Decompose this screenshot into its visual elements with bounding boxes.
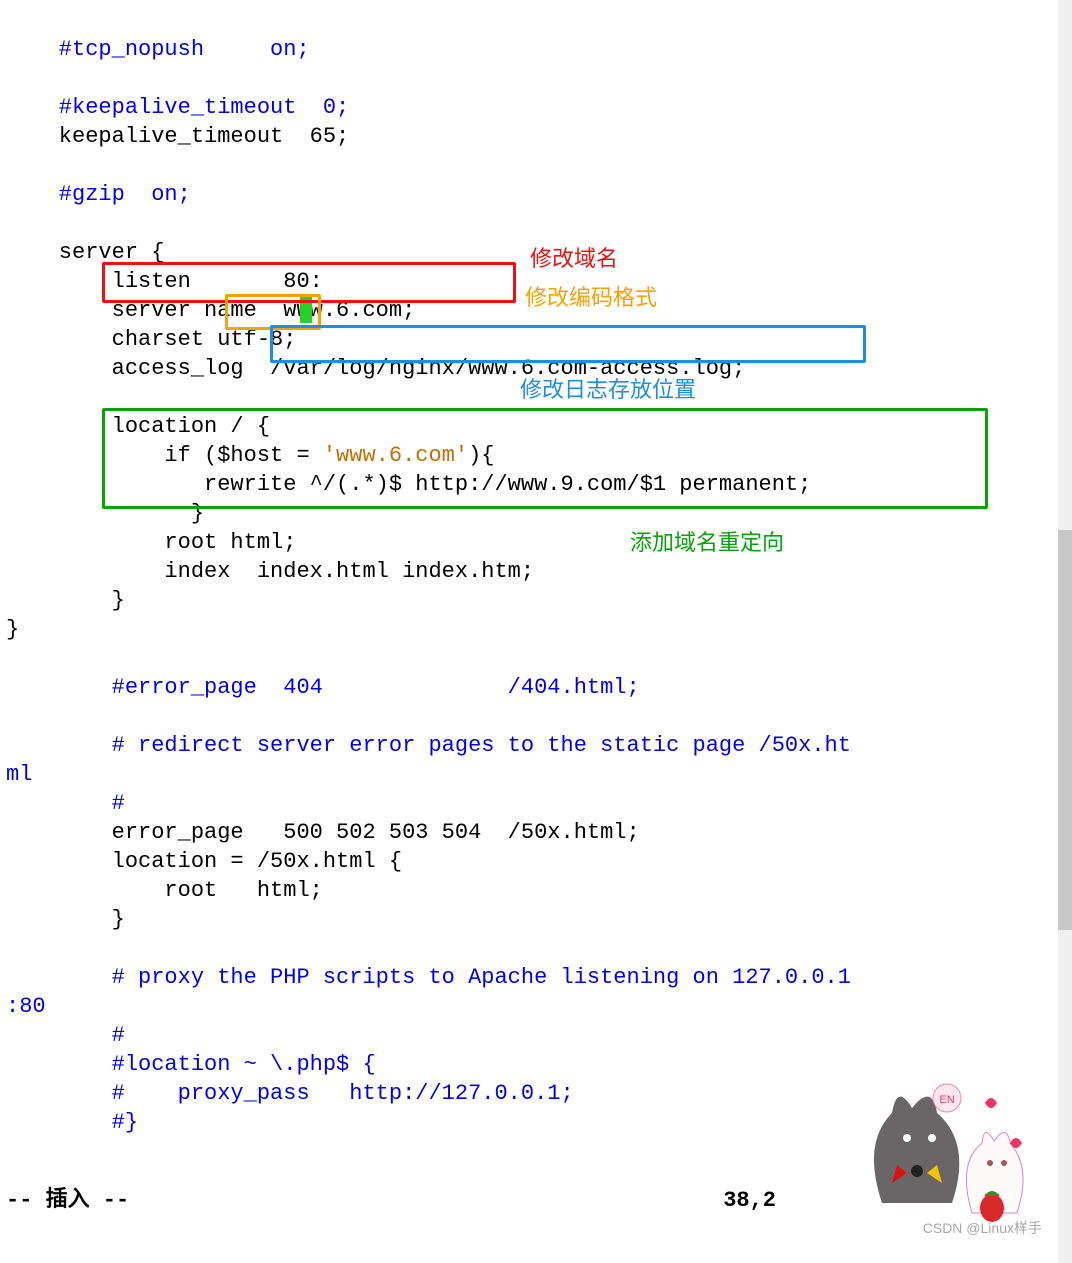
vim-cursor-pos: 38,2	[723, 1186, 776, 1215]
annotation-domain: 修改域名	[530, 244, 618, 273]
code-line: #tcp_nopush on;	[6, 37, 310, 62]
code-line: #keepalive_timeout 0;	[6, 95, 349, 120]
code-line: charset utf-8;	[6, 327, 296, 352]
code-line: #	[6, 791, 125, 816]
code-line: root html;	[6, 878, 323, 903]
watermark: CSDN @Linux样手	[923, 1214, 1042, 1243]
code-line: }	[6, 617, 19, 642]
mascot-illustration: EN	[822, 1053, 1042, 1223]
highlight-rewrite-block	[102, 408, 988, 509]
code-line: # redirect server error pages to the sta…	[6, 733, 851, 758]
vim-mode: -- 插入 --	[6, 1188, 129, 1213]
code-line: keepalive_timeout 65;	[6, 124, 349, 149]
code-line: }	[6, 588, 125, 613]
code-line: #location ~ \.php$ {	[6, 1052, 376, 1077]
code-line: index index.html index.htm;	[6, 559, 534, 584]
code-line: #gzip on;	[6, 182, 191, 207]
editor-window: #tcp_nopush on; #keepalive_timeout 0; ke…	[0, 0, 1072, 1263]
code-line: error_page 500 502 503 504 /50x.html;	[6, 820, 640, 845]
code-line: :80	[6, 994, 46, 1019]
annotation-rewrite: 添加域名重定向	[630, 528, 784, 557]
highlight-access-log	[270, 325, 866, 363]
code-line: }	[6, 907, 125, 932]
svg-text:EN: EN	[939, 1094, 954, 1106]
code-line: #error_page 404 /404.html;	[6, 675, 640, 700]
annotation-log: 修改日志存放位置	[520, 375, 696, 404]
code-line: ml	[6, 762, 32, 787]
code-line: # proxy_pass http://127.0.0.1;	[6, 1081, 574, 1106]
code-line: #}	[6, 1110, 138, 1135]
code-area[interactable]: #tcp_nopush on; #keepalive_timeout 0; ke…	[0, 0, 1072, 1137]
code-line: #	[6, 1023, 125, 1048]
code-line: root html;	[6, 530, 296, 555]
code-line: # proxy the PHP scripts to Apache listen…	[6, 965, 851, 990]
code-line: location = /50x.html {	[6, 849, 402, 874]
annotation-charset: 修改编码格式	[525, 283, 657, 312]
